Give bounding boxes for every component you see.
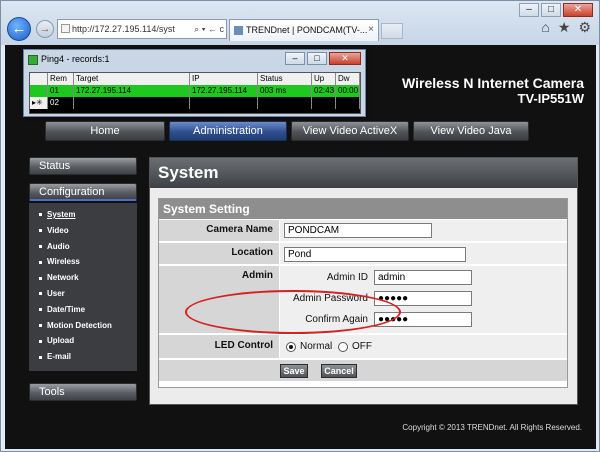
sidebar-item-network[interactable]: Network xyxy=(29,270,137,286)
page-title: System xyxy=(150,158,577,188)
home-icon[interactable]: ⌂ xyxy=(541,19,549,36)
address-tools[interactable]: ⌕ ▾ ← c xyxy=(192,20,224,38)
sidebar-item-system[interactable]: System xyxy=(29,207,137,223)
favorites-star-icon[interactable]: ★ xyxy=(558,19,571,36)
window-controls: – □ ✕ xyxy=(519,3,593,17)
sidebar-tools[interactable]: Tools xyxy=(29,382,137,401)
sidebar-item-upload[interactable]: Upload xyxy=(29,333,137,349)
ping-window: Ping4 - records:1 – □ ✕ Rem Target IP St… xyxy=(23,49,366,117)
ping-table: Rem Target IP Status Up Dw 01 172.27.195… xyxy=(29,72,361,114)
ping-window-controls: – □ ✕ xyxy=(285,52,361,65)
col-dw[interactable]: Dw xyxy=(336,73,360,85)
sidebar-item-wireless[interactable]: Wireless xyxy=(29,254,137,270)
nav-view-video-java[interactable]: View Video Java xyxy=(413,121,529,141)
ping-window-title: Ping4 - records:1 xyxy=(28,54,110,65)
product-name: Wireless N Internet Camera xyxy=(402,75,584,91)
back-button[interactable]: ← xyxy=(7,17,31,41)
save-button[interactable]: Save xyxy=(280,364,308,378)
admin-id-input[interactable] xyxy=(374,270,472,285)
close-button[interactable]: ✕ xyxy=(563,3,593,17)
browser-window: – □ ✕ ← → http://172.27.195.114/syst ⌕ ▾… xyxy=(0,0,600,452)
sidebar-item-motion-detection[interactable]: Motion Detection xyxy=(29,318,137,334)
location-label: Location xyxy=(159,243,279,264)
address-text: http://172.27.195.114/syst xyxy=(72,24,175,34)
table-row[interactable]: ▸✳ 02 xyxy=(30,97,360,109)
led-control-label: LED Control xyxy=(159,335,279,358)
sidebar-item-audio[interactable]: Audio xyxy=(29,239,137,255)
section-heading: System Setting xyxy=(159,199,567,219)
led-normal-radio[interactable] xyxy=(286,342,296,352)
tab-favicon-icon xyxy=(234,26,243,35)
copyright-text: Copyright © 2013 TRENDnet. All Rights Re… xyxy=(402,423,582,432)
camera-name-input[interactable] xyxy=(284,223,432,238)
led-normal-label: Normal xyxy=(300,341,333,352)
browser-titlebar: – □ ✕ ← → http://172.27.195.114/syst ⌕ ▾… xyxy=(1,1,599,45)
sidebar-item-user[interactable]: User xyxy=(29,286,137,302)
ping-table-header: Rem Target IP Status Up Dw xyxy=(30,73,360,85)
sidebar-item-email[interactable]: E-mail xyxy=(29,349,137,365)
browser-tools: ⌂ ★ ⚙ xyxy=(541,19,591,36)
col-rem[interactable]: Rem xyxy=(48,73,74,85)
led-control-row: LED Control Normal OFF xyxy=(159,335,567,359)
page-icon xyxy=(61,24,70,33)
sidebar-configuration[interactable]: Configuration xyxy=(29,183,137,201)
sidebar-item-video[interactable]: Video xyxy=(29,223,137,239)
camera-name-label: Camera Name xyxy=(159,220,279,241)
sidebar-item-date-time[interactable]: Date/Time xyxy=(29,302,137,318)
led-off-label: OFF xyxy=(352,341,372,352)
camera-name-row: Camera Name xyxy=(159,220,567,242)
content-panel: System System Setting Camera Name Locati… xyxy=(149,157,578,405)
col-marker xyxy=(30,73,48,85)
sidebar-status[interactable]: Status xyxy=(29,157,137,175)
location-input[interactable] xyxy=(284,247,466,262)
location-row: Location xyxy=(159,243,567,265)
table-row[interactable]: 01 172.27.195.114 172.27.195.114 003 ms … xyxy=(30,85,360,97)
admin-id-label: Admin ID xyxy=(326,272,368,283)
tab-close-icon[interactable]: × xyxy=(368,20,374,40)
minimize-button[interactable]: – xyxy=(519,3,539,17)
led-off-radio[interactable] xyxy=(338,342,348,352)
top-nav: Home Administration View Video ActiveX V… xyxy=(45,121,529,141)
ping-minimize-button[interactable]: – xyxy=(285,52,305,65)
col-status[interactable]: Status xyxy=(258,73,312,85)
ping-maximize-button[interactable]: □ xyxy=(307,52,327,65)
configuration-submenu: System Video Audio Wireless Network User… xyxy=(29,203,137,371)
product-model: TV-IP551W xyxy=(517,91,584,106)
col-target[interactable]: Target xyxy=(74,73,190,85)
maximize-button[interactable]: □ xyxy=(541,3,561,17)
browser-tab[interactable]: TRENDnet | PONDCAM(TV-... × xyxy=(229,19,379,41)
cancel-button[interactable]: Cancel xyxy=(321,364,357,378)
forward-button[interactable]: → xyxy=(36,20,54,38)
nav-home[interactable]: Home xyxy=(45,121,165,141)
action-row: Save Cancel xyxy=(159,360,567,382)
system-setting-form: System Setting Camera Name Location Admi… xyxy=(158,198,568,388)
address-bar[interactable]: http://172.27.195.114/syst ⌕ ▾ ← c xyxy=(57,19,227,39)
sidebar: Status Configuration System Video Audio … xyxy=(29,157,137,401)
new-tab-button[interactable] xyxy=(381,23,403,39)
tab-title: TRENDnet | PONDCAM(TV-... xyxy=(246,25,368,35)
nav-view-video-activex[interactable]: View Video ActiveX xyxy=(291,121,409,141)
settings-gear-icon[interactable]: ⚙ xyxy=(578,19,591,36)
ping-app-icon xyxy=(28,54,38,65)
led-highlight-annotation xyxy=(185,290,401,334)
product-header: Wireless N Internet Camera TV-IP551W xyxy=(402,75,584,106)
col-ip[interactable]: IP xyxy=(190,73,258,85)
nav-administration[interactable]: Administration xyxy=(169,121,287,141)
ping-close-button[interactable]: ✕ xyxy=(329,52,361,65)
col-up[interactable]: Up xyxy=(312,73,336,85)
